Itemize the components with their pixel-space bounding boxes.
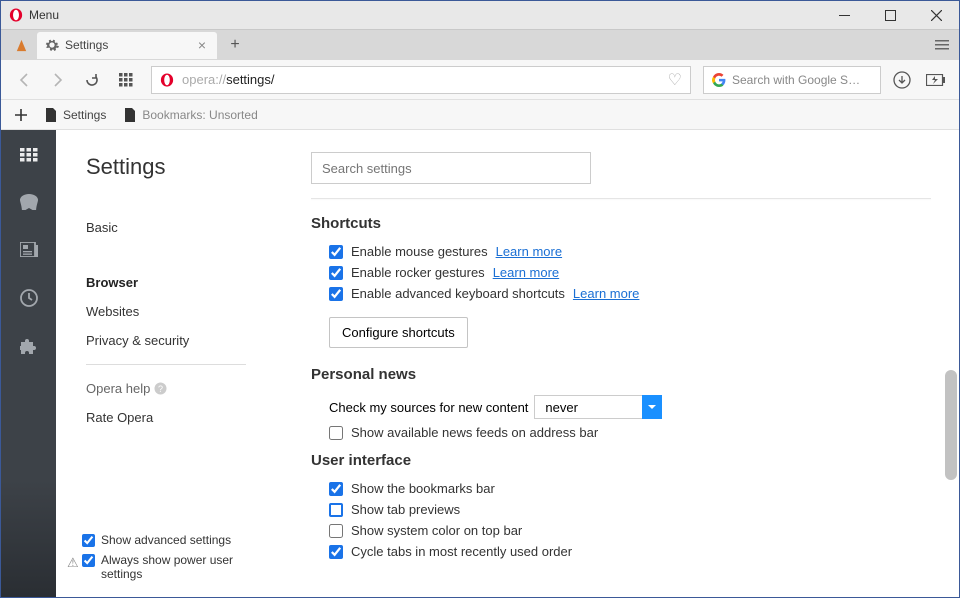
checkbox-system-color[interactable]: Show system color on top bar — [329, 523, 931, 538]
sidebar-bottom-options: Show advanced settings ⚠Always show powe… — [82, 527, 251, 581]
add-bookmark-button[interactable] — [15, 109, 27, 121]
url-scheme: opera:// — [182, 72, 226, 87]
warning-icon: ⚠ — [67, 555, 79, 571]
page-icon — [124, 108, 136, 122]
speed-dial-button[interactable] — [113, 67, 139, 93]
sidenav-privacy[interactable]: Privacy & security — [86, 333, 311, 348]
checkbox-bookmarks-bar[interactable]: Show the bookmarks bar — [329, 481, 931, 496]
checkbox-news-feeds[interactable]: Show available news feeds on address bar — [329, 425, 931, 440]
settings-page: Settings Basic Browser Websites Privacy … — [56, 130, 959, 597]
checkbox-rocker-gestures[interactable]: Enable rocker gestures Learn more — [329, 265, 931, 280]
section-user-interface: User interface Show the bookmarks bar Sh… — [311, 452, 931, 559]
dock-bookmarks-icon[interactable] — [20, 194, 38, 210]
downloads-button[interactable] — [889, 67, 915, 93]
title-bar: Menu — [1, 1, 959, 30]
section-shortcuts: Shortcuts Enable mouse gestures Learn mo… — [311, 215, 931, 354]
help-icon: ? — [154, 382, 167, 395]
dock-history-icon[interactable] — [20, 289, 38, 307]
tab-close-icon[interactable]: × — [195, 37, 209, 53]
maximize-button[interactable] — [867, 1, 913, 29]
navigation-bar: opera://settings/ ♡ Search with Google S… — [1, 60, 959, 100]
section-personal-news: Personal news Check my sources for new c… — [311, 366, 931, 440]
new-tab-button[interactable]: + — [221, 36, 249, 54]
dock-speed-dial-icon[interactable] — [20, 148, 38, 162]
google-icon — [712, 73, 726, 87]
tab-settings[interactable]: Settings × — [37, 32, 217, 59]
scrollbar-thumb[interactable] — [945, 370, 957, 480]
checkbox-cycle-tabs[interactable]: Cycle tabs in most recently used order — [329, 544, 931, 559]
section-heading: Personal news — [311, 366, 931, 383]
window-title: Menu — [29, 8, 821, 22]
left-dock — [1, 130, 56, 597]
search-placeholder: Search with Google S… — [732, 73, 860, 87]
url-path: settings/ — [226, 72, 274, 87]
battery-saver-button[interactable] — [923, 67, 949, 93]
sidenav-help[interactable]: Opera help ? — [86, 381, 311, 396]
checkbox-keyboard-shortcuts[interactable]: Enable advanced keyboard shortcuts Learn… — [329, 286, 931, 301]
page-icon — [45, 108, 57, 122]
svg-text:?: ? — [158, 384, 163, 394]
section-heading: Shortcuts — [311, 215, 931, 232]
sidenav-websites[interactable]: Websites — [86, 304, 311, 319]
dock-news-icon[interactable] — [20, 242, 38, 257]
sidenav-basic[interactable]: Basic — [86, 220, 311, 235]
back-button[interactable] — [11, 67, 37, 93]
pinned-tab[interactable] — [7, 31, 35, 59]
address-bar[interactable]: opera://settings/ ♡ — [151, 66, 691, 94]
tab-strip: Settings × + — [1, 30, 959, 60]
bookmark-heart-icon[interactable]: ♡ — [668, 70, 682, 90]
news-interval-select[interactable]: never — [534, 395, 662, 419]
tab-menu-button[interactable] — [935, 40, 949, 50]
search-box[interactable]: Search with Google S… — [703, 66, 881, 94]
close-button[interactable] — [913, 1, 959, 29]
bookmark-settings[interactable]: Settings — [45, 108, 106, 122]
tab-title: Settings — [65, 38, 108, 52]
minimize-button[interactable] — [821, 1, 867, 29]
bookmarks-bar: Settings Bookmarks: Unsorted — [1, 100, 959, 130]
learn-more-link[interactable]: Learn more — [496, 244, 562, 259]
bookmark-unsorted[interactable]: Bookmarks: Unsorted — [124, 108, 257, 122]
opera-badge-icon — [160, 73, 174, 87]
forward-button[interactable] — [45, 67, 71, 93]
reload-button[interactable] — [79, 67, 105, 93]
checkbox-tab-previews[interactable]: Show tab previews — [329, 502, 931, 517]
gear-icon — [45, 38, 59, 52]
sidenav-rate[interactable]: Rate Opera — [86, 410, 311, 425]
show-advanced-checkbox[interactable]: Show advanced settings — [82, 533, 251, 547]
learn-more-link[interactable]: Learn more — [573, 286, 639, 301]
sidenav-browser[interactable]: Browser — [86, 275, 311, 290]
settings-main: Shortcuts Enable mouse gestures Learn mo… — [311, 130, 959, 597]
news-interval-row: Check my sources for new content never — [329, 395, 931, 419]
settings-sidebar: Settings Basic Browser Websites Privacy … — [56, 130, 311, 597]
dock-extensions-icon[interactable] — [20, 339, 38, 357]
settings-search-input[interactable] — [311, 152, 591, 184]
learn-more-link[interactable]: Learn more — [493, 265, 559, 280]
power-user-checkbox[interactable]: ⚠Always show power user settings — [82, 553, 251, 581]
checkbox-mouse-gestures[interactable]: Enable mouse gestures Learn more — [329, 244, 931, 259]
page-title: Settings — [86, 154, 311, 180]
configure-shortcuts-button[interactable]: Configure shortcuts — [329, 317, 468, 348]
opera-logo-icon — [9, 8, 23, 22]
section-heading: User interface — [311, 452, 931, 469]
